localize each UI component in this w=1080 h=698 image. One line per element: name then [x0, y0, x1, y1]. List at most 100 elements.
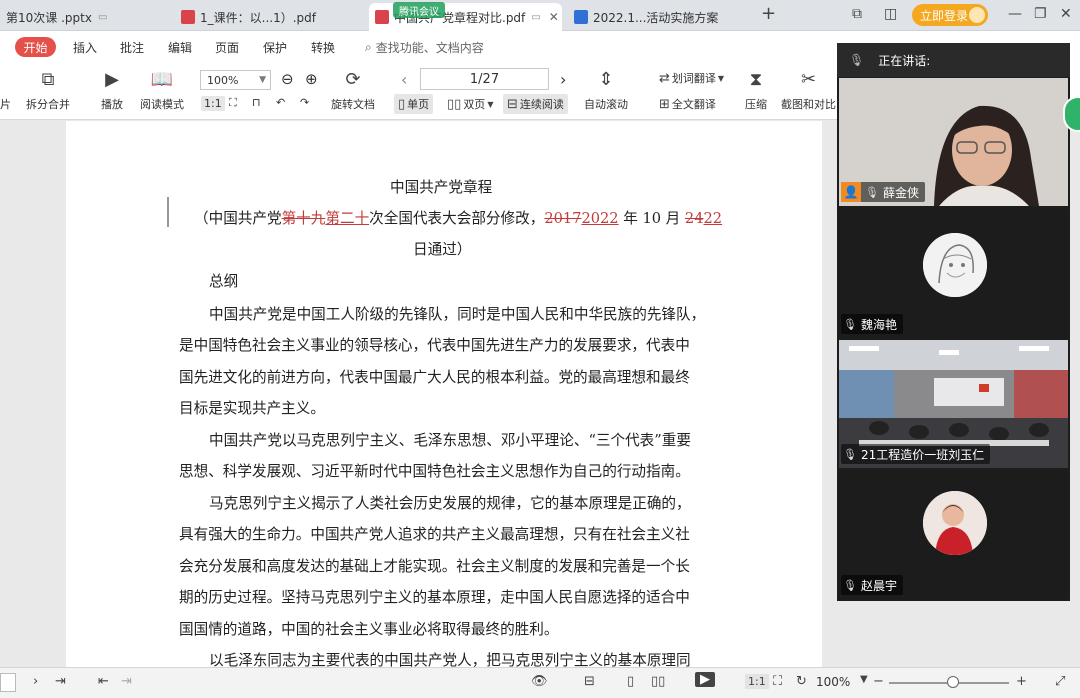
inserted-text: 第二十 — [325, 210, 370, 227]
rotate-right-icon[interactable]: ↷ — [300, 96, 309, 109]
auto-scroll-icon: ⇕ — [598, 68, 614, 90]
search-box[interactable]: ⌕ 查找功能、文档内容 — [365, 39, 484, 56]
body-line: 以毛泽东同志为主要代表的中国共产党人，把马克思列宁主义的基本原理同 — [209, 652, 691, 667]
zoom-slider-handle[interactable] — [947, 676, 959, 688]
zoom-in-icon[interactable]: ⊕ — [305, 70, 318, 88]
login-button[interactable]: 立即登录 — [912, 4, 988, 26]
avatar — [923, 491, 987, 555]
screenshot-compare-label: 截图和对比 — [781, 98, 836, 111]
zoom-out-icon[interactable]: ⊖ — [281, 70, 294, 88]
status-bar: › ⇥ ⇤ ⇥ 👁 ⊟ ▯ ▯▯ ▶ 1:1 ⛶ ↻ 100% ▼ − + ⤢ — [0, 667, 1080, 698]
play-button[interactable]: ▶ 播放 — [100, 68, 124, 112]
document-area[interactable]: 中国共产党章程 （中国共产党第十九第二十次全国代表大会部分修改，20172022… — [0, 121, 837, 667]
page-input-small[interactable] — [0, 673, 16, 692]
participant-nametag: 🎙 21工程造价一班刘玉仁 — [841, 444, 991, 464]
close-window-icon[interactable]: ✕ — [1060, 6, 1072, 22]
continuous-label: 连续阅读 — [519, 98, 564, 111]
tab-pptx-label: 第10次课 .pptx — [6, 10, 92, 25]
menu-insert[interactable]: 插入 — [73, 39, 97, 56]
read-mode-button[interactable]: 📖 阅读模式 — [140, 68, 184, 112]
compress-button[interactable]: ⧗ 压缩 — [744, 68, 768, 112]
eye-icon[interactable]: 👁 — [531, 674, 548, 689]
rotate-doc-button[interactable]: ⟳ 旋转文档 — [331, 68, 375, 112]
forward-icon[interactable]: ⇥ — [121, 674, 132, 689]
last-page-icon[interactable]: ⇥ — [55, 674, 66, 689]
single-page-icon[interactable]: ▯ — [627, 674, 634, 689]
microphone-muted-icon: 🎙 — [843, 447, 857, 461]
actual-size-icon[interactable]: 1:1 — [745, 674, 769, 689]
tab-bar: 第10次课 .pptx ▭ 1_课件：以...1）.pdf 中国共产党章程对比.… — [0, 0, 1080, 31]
actual-size-icon[interactable]: 1:1 — [201, 96, 225, 111]
split-merge-button[interactable]: ⧉ 拆分合并 — [26, 68, 70, 112]
chevron-down-icon: ▼ — [717, 73, 725, 83]
body-line: 是中国特色社会主义事业的领导核心，代表中国先进生产力的发展要求，代表中 — [179, 337, 690, 354]
double-page-icon[interactable]: ▯▯ — [651, 674, 665, 689]
split-merge-label: 拆分合并 — [26, 98, 70, 111]
layout-icon[interactable]: ⧉ — [852, 6, 862, 22]
prev-page-icon[interactable]: ‹ — [401, 70, 407, 89]
tab-pptx[interactable]: 第10次课 .pptx ▭ — [0, 3, 168, 31]
fullscreen-icon[interactable]: ⤢ — [1055, 674, 1065, 689]
zoom-out-icon[interactable]: − — [873, 674, 884, 689]
close-icon[interactable]: ✕ — [549, 10, 559, 24]
participant-tile[interactable]: 👤 🎙 薛金侠 — [839, 78, 1068, 206]
continuous-read-button[interactable]: ⊟ 连续阅读 — [503, 94, 568, 114]
change-marker — [167, 197, 169, 227]
zoom-in-icon[interactable]: + — [1016, 674, 1027, 689]
minimize-icon[interactable]: — — [1008, 6, 1022, 22]
menu-annotate[interactable]: 批注 — [120, 39, 144, 56]
play-icon: ▶ — [105, 68, 119, 90]
play-label: 播放 — [101, 98, 123, 111]
single-page-button[interactable]: ▯ 单页 — [394, 94, 434, 114]
subtitle-close: 日通过） — [413, 241, 472, 258]
menu-convert[interactable]: 转换 — [311, 39, 335, 56]
menu-page[interactable]: 页面 — [215, 39, 239, 56]
menu-protect[interactable]: 保护 — [263, 39, 287, 56]
full-translate-button[interactable]: ⊞ 全文翻译 — [659, 96, 716, 112]
fit-width-icon[interactable]: ⊟ — [584, 674, 595, 689]
new-tab-button[interactable]: + — [761, 3, 776, 24]
tab-activity-plan[interactable]: 2022.1...活动实施方案 — [568, 3, 748, 31]
menu-edit[interactable]: 编辑 — [168, 39, 192, 56]
skin-icon[interactable]: ◫ — [884, 6, 897, 22]
auto-scroll-button[interactable]: ⇕ 自动滚动 — [584, 68, 628, 112]
fit-page-icon[interactable]: ⛶ — [229, 96, 237, 110]
double-page-button[interactable]: ▯▯ 双页 ▼ — [447, 96, 495, 112]
rotate-icon[interactable]: ↻ — [796, 674, 807, 689]
screenshot-compare-button[interactable]: ✂ 截图和对比 — [781, 68, 836, 112]
meeting-badge: 腾讯会议 — [393, 2, 445, 18]
fit-width-icon[interactable]: ⊓ — [252, 96, 261, 109]
page-number-input[interactable]: 1/27 — [420, 68, 549, 90]
split-merge-icon: ⧉ — [41, 68, 55, 90]
word-translate-button[interactable]: ⇄ 划词翻译 ▼ — [659, 70, 726, 86]
participant-tile[interactable]: 🎙 21工程造价一班刘玉仁 — [839, 340, 1068, 468]
body-line: 期的历史过程。坚持马克思列宁主义的基本原理，走中国人民自愿选择的适合中 — [179, 589, 690, 606]
restore-icon[interactable]: ❐ — [1034, 6, 1047, 22]
subtitle-month: 年 10 月 — [618, 210, 685, 227]
rotate-left-icon[interactable]: ↶ — [276, 96, 285, 109]
floating-green-button[interactable] — [1063, 96, 1080, 132]
fit-page-icon[interactable]: ⛶ — [773, 674, 782, 689]
menu-start[interactable]: 开始 — [15, 37, 56, 57]
participant-tile[interactable]: 🎙 赵晨宇 — [839, 471, 1068, 599]
body-line: 目标是实现共产主义。 — [179, 400, 325, 417]
microphone-muted-icon: 🎙 — [843, 578, 857, 592]
participant-name: 21工程造价一班刘玉仁 — [860, 447, 985, 462]
tab-courseware-pdf[interactable]: 1_课件：以...1）.pdf — [175, 3, 363, 31]
search-icon: ⌕ — [365, 40, 372, 54]
double-page-icon: ▯▯ — [447, 96, 462, 112]
participant-tile[interactable]: 🎙 魏海艳 — [839, 210, 1068, 338]
zoom-select[interactable]: 100% ▼ — [200, 70, 271, 90]
play-icon[interactable]: ▶ — [695, 672, 715, 687]
meeting-header: 🎙 正在讲话: — [837, 43, 1070, 77]
tab-activity-label: 2022.1...活动实施方案 — [593, 10, 719, 25]
participant-nametag: 👤 🎙 薛金侠 — [841, 182, 925, 202]
participant-nametag: 🎙 魏海艳 — [841, 314, 903, 334]
deleted-text: 24 — [684, 210, 704, 227]
microphone-muted-icon: 🎙 — [843, 317, 857, 331]
next-page-icon[interactable]: › — [560, 70, 566, 89]
chevron-down-icon[interactable]: ▼ — [860, 674, 868, 685]
back-icon[interactable]: ⇤ — [98, 674, 109, 689]
auto-scroll-label: 自动滚动 — [584, 98, 628, 111]
next-page-icon[interactable]: › — [33, 674, 38, 689]
